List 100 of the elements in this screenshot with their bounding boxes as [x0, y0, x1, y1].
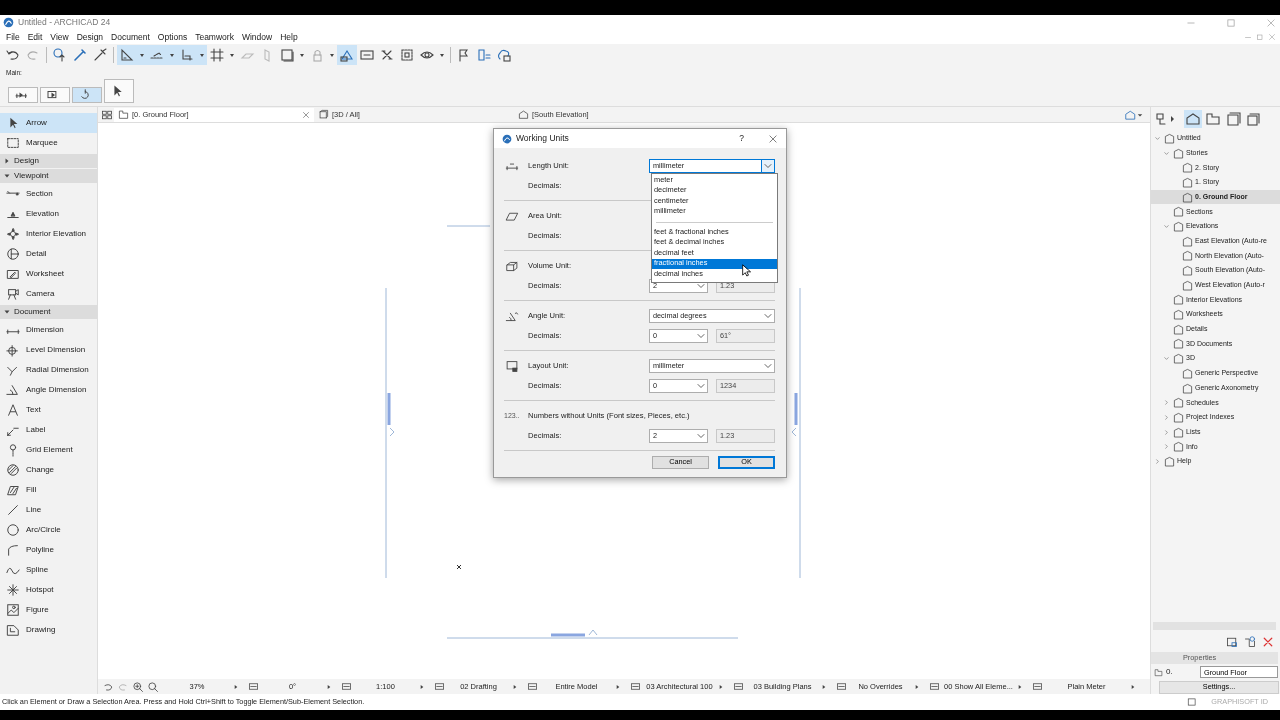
drawing-icon — [6, 623, 20, 637]
menu-item[interactable]: Edit — [23, 31, 47, 43]
close-icon[interactable] — [768, 133, 778, 144]
tool-item[interactable]: Angle Dimension — [0, 380, 97, 400]
tool-item[interactable]: Change — [0, 460, 97, 480]
stack-icon[interactable] — [1244, 110, 1262, 128]
project-tree-icon[interactable] — [1154, 110, 1176, 128]
menu-item[interactable]: Teamwork — [191, 31, 238, 43]
tool-item[interactable]: Elevation — [0, 204, 97, 224]
tool-item[interactable]: Marquee — [0, 133, 97, 153]
page-icon — [1173, 206, 1184, 218]
text-tool-icon — [6, 403, 20, 417]
page-icon — [1173, 441, 1184, 453]
setting-icon — [527, 681, 538, 692]
app-logo-icon — [3, 17, 14, 28]
page-icon — [1173, 397, 1184, 409]
folder-icon[interactable] — [1204, 110, 1222, 128]
tool-item[interactable]: Camera — [0, 284, 97, 304]
section-header[interactable]: Design — [0, 154, 97, 168]
menu-item[interactable]: View — [46, 31, 73, 43]
detail-icon — [6, 247, 20, 261]
tool-item[interactable]: Text — [0, 400, 97, 420]
pointer-icon[interactable] — [104, 79, 134, 103]
setting-icon — [248, 681, 259, 692]
tool-item[interactable]: Label — [0, 420, 97, 440]
trace-icon[interactable] — [337, 45, 357, 65]
cloud-hatch-icon — [6, 463, 20, 477]
page-icon — [1173, 353, 1184, 365]
menu-item[interactable]: Design — [72, 31, 108, 43]
section-header[interactable]: Document — [0, 305, 97, 319]
tool-item[interactable]: Polyline — [0, 540, 97, 560]
app-logo-icon — [502, 133, 512, 144]
page-icon — [1182, 279, 1193, 291]
angle-icon — [504, 309, 520, 323]
window-icon[interactable] — [1187, 697, 1198, 707]
page-icon — [1173, 309, 1184, 321]
page-icon — [1182, 250, 1193, 262]
dimension-tool-icon[interactable] — [8, 87, 38, 103]
tool-item[interactable]: Dimension — [0, 320, 97, 340]
setting-icon — [630, 681, 641, 692]
page-icon — [1173, 294, 1184, 306]
menu-item[interactable]: Help — [276, 31, 302, 43]
page-icon — [1182, 367, 1193, 379]
close-icon[interactable] — [1266, 17, 1276, 28]
page-icon — [1182, 235, 1193, 247]
tool-item[interactable]: Grid Element — [0, 440, 97, 460]
page-icon — [1173, 147, 1184, 159]
page-icon — [1173, 338, 1184, 350]
tool-item[interactable]: Worksheet — [0, 264, 97, 284]
page-icon — [1182, 176, 1193, 188]
tiles-icon[interactable] — [100, 108, 114, 121]
tool-item[interactable]: Section — [0, 184, 97, 204]
section-header[interactable]: Viewpoint — [0, 169, 97, 183]
cube-icon — [318, 109, 329, 120]
tool-item[interactable]: Line — [0, 500, 97, 520]
tool-item[interactable]: Spline — [0, 560, 97, 580]
page-icon — [1182, 191, 1193, 203]
close-icon[interactable] — [302, 110, 310, 119]
house-icon[interactable] — [1184, 110, 1202, 128]
menu-item[interactable]: Options — [153, 31, 192, 43]
marquee-icon — [6, 136, 20, 150]
zoom-in-icon[interactable] — [132, 680, 144, 693]
rectangle-pointer-icon[interactable] — [40, 87, 70, 103]
caret-icon[interactable] — [197, 45, 207, 65]
angle-dimension-icon — [6, 383, 20, 397]
page-icon — [1164, 455, 1175, 467]
menu-item[interactable]: File — [2, 31, 24, 43]
help-button[interactable]: ? — [739, 133, 744, 144]
dialog-title: Working Units — [516, 133, 569, 144]
window-title: Untitled - ARCHICAD 24 — [18, 17, 111, 28]
chevron-icon — [762, 160, 774, 172]
setting-icon — [434, 681, 445, 692]
worksheet-icon — [6, 267, 20, 281]
page-icon — [1182, 382, 1193, 394]
image-icon — [6, 603, 20, 617]
page-icon — [1173, 411, 1184, 423]
tool-item[interactable]: Radial Dimension — [0, 360, 97, 380]
tool-item[interactable]: Interior Elevation — [0, 224, 97, 244]
tool-item[interactable]: Fill — [0, 480, 97, 500]
volume-icon — [504, 259, 520, 273]
tool-item[interactable]: Detail — [0, 244, 97, 264]
hatch-icon — [6, 483, 20, 497]
tool-item[interactable]: Figure — [0, 600, 97, 620]
close-icon[interactable] — [1262, 636, 1274, 648]
menu-item[interactable]: Document — [107, 31, 154, 43]
tool-item[interactable]: Hotspot — [0, 580, 97, 600]
zoom-icon[interactable] — [147, 680, 159, 693]
page-icon — [1182, 162, 1193, 174]
tool-item[interactable]: Arrow — [0, 113, 97, 133]
ruler-icon[interactable] — [117, 45, 137, 65]
tool-item[interactable]: Drawing — [0, 620, 97, 640]
window-icon[interactable] — [1226, 636, 1238, 648]
mouse-cursor-icon — [741, 264, 751, 278]
setting-icon — [1032, 681, 1043, 692]
story-number: 0. — [1166, 667, 1173, 677]
setting-icon — [341, 681, 352, 692]
tool-item[interactable]: Arc/Circle — [0, 520, 97, 540]
menu-item[interactable]: Window — [237, 31, 277, 43]
page-icon — [1173, 323, 1184, 335]
tool-item[interactable]: Level Dimension — [0, 340, 97, 360]
